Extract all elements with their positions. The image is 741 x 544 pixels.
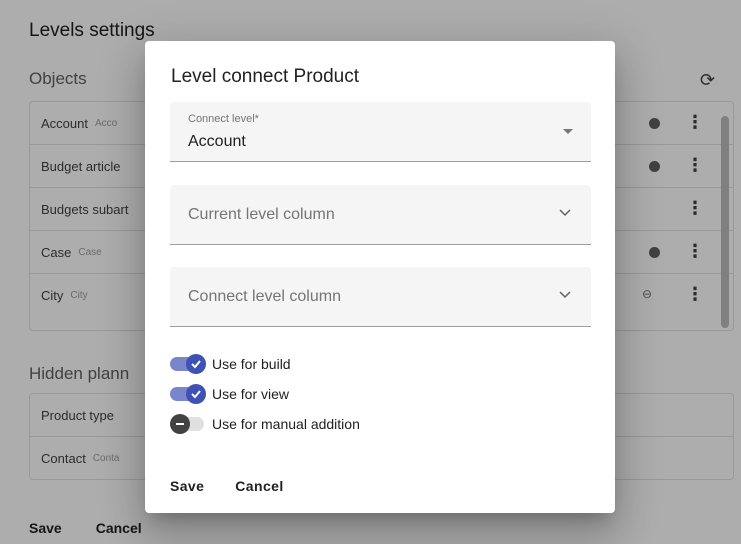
toggle-switch[interactable] <box>170 384 206 404</box>
connect-level-column-select[interactable]: Connect level column <box>170 267 591 327</box>
current-level-column-select[interactable]: Current level column <box>170 185 591 245</box>
use-for-view-toggle[interactable]: Use for view <box>170 384 289 404</box>
connect-level-select[interactable]: Connect level* Account <box>170 102 591 162</box>
minus-icon <box>170 414 190 434</box>
connect-level-column-placeholder: Connect level column <box>188 288 341 305</box>
dropdown-arrow-icon <box>563 129 573 134</box>
toggle-label: Use for view <box>212 386 290 402</box>
connect-level-label: Connect level* <box>188 113 259 125</box>
toggle-label: Use for manual addition <box>212 416 360 432</box>
save-button[interactable]: Save <box>170 478 204 494</box>
use-for-manual-addition-toggle[interactable]: Use for manual addition <box>170 414 360 434</box>
cancel-button[interactable]: Cancel <box>235 478 283 494</box>
use-for-build-toggle[interactable]: Use for build <box>170 354 291 374</box>
dialog-actions: Save Cancel <box>170 478 284 494</box>
toggle-switch[interactable] <box>170 414 206 434</box>
chevron-down-icon <box>559 209 571 217</box>
level-connect-dialog: Level connect Product Connect level* Acc… <box>145 41 615 513</box>
check-icon <box>186 354 206 374</box>
chevron-down-icon <box>559 291 571 299</box>
current-level-column-placeholder: Current level column <box>188 206 335 223</box>
connect-level-value: Account <box>188 133 246 150</box>
dialog-title: Level connect Product <box>171 66 360 87</box>
check-icon <box>186 384 206 404</box>
toggle-switch[interactable] <box>170 354 206 374</box>
toggle-label: Use for build <box>212 356 291 372</box>
